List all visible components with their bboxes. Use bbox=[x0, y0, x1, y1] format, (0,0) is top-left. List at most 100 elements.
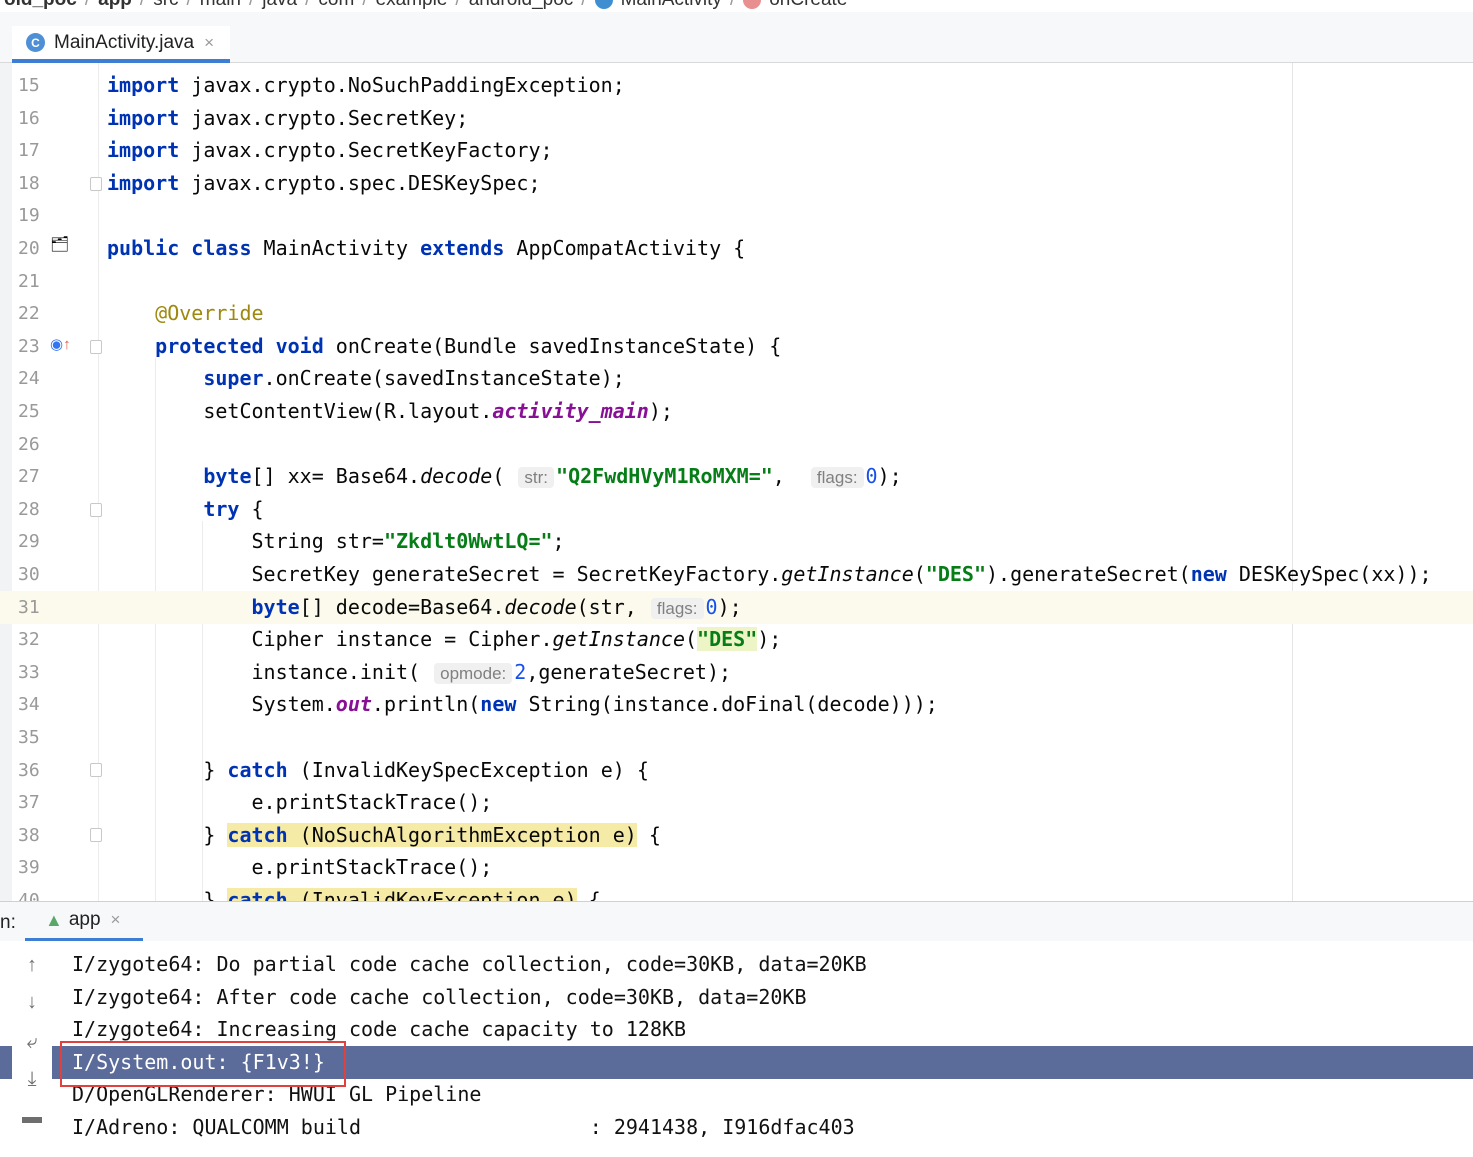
code-token: System. bbox=[107, 692, 336, 717]
code-line[interactable]: 28 try { bbox=[0, 493, 1473, 526]
line-number: 21 bbox=[18, 270, 40, 292]
code-line[interactable]: 22 @Override bbox=[0, 297, 1473, 330]
code-token: 0 bbox=[705, 594, 718, 619]
run-console[interactable]: I/zygote64: Do partial code cache collec… bbox=[0, 941, 1473, 1157]
code-token: new bbox=[1190, 562, 1227, 586]
code-token: .onCreate(savedInstanceState); bbox=[263, 366, 625, 391]
override-method-icon[interactable]: ◉↑ bbox=[50, 335, 71, 353]
code-text: byte[] xx= Base64.decode( str: "Q2FwdHVyM… bbox=[107, 460, 902, 494]
up-arrow-icon[interactable]: ↑ bbox=[20, 953, 44, 977]
android-manifest-icon[interactable]: 🗂 bbox=[50, 235, 69, 253]
line-number: 26 bbox=[18, 433, 40, 455]
code-token: (InvalidKeySpecException e) { bbox=[287, 757, 649, 782]
code-token: ; bbox=[552, 529, 565, 554]
android-icon: ▲ bbox=[45, 909, 63, 930]
code-line[interactable]: 27 byte[] xx= Base64.decode( str: "Q2FwdH… bbox=[0, 460, 1473, 493]
code-text: public class MainActivity extends AppCom… bbox=[107, 232, 745, 265]
code-line[interactable]: 40 } catch (InvalidKeyException e) { bbox=[0, 884, 1473, 901]
log-line[interactable]: I/Adreno: QUALCOMM build : 2941438, I916… bbox=[0, 1111, 1473, 1144]
down-arrow-icon[interactable]: ↓ bbox=[20, 990, 44, 1014]
code-line[interactable]: 16 import javax.crypto.SecretKey; bbox=[0, 102, 1473, 135]
code-token: } bbox=[107, 888, 228, 901]
breadcrumb-item[interactable]: src bbox=[149, 0, 182, 11]
breadcrumb-item[interactable]: com bbox=[314, 0, 358, 11]
soft-wrap-icon[interactable]: ⤶ bbox=[20, 1030, 44, 1054]
code-token: Cipher instance = Cipher. bbox=[107, 627, 553, 652]
line-number: 32 bbox=[18, 629, 40, 651]
code-token: javax.crypto.SecretKeyFactory; bbox=[179, 138, 553, 163]
line-number: 16 bbox=[18, 107, 40, 129]
code-token: ); bbox=[717, 594, 742, 619]
breadcrumb-item[interactable]: android_poc bbox=[465, 0, 578, 11]
breadcrumb: old_poc/app/src/main/java/com/example/an… bbox=[0, 0, 1473, 12]
code-token: (InvalidKeyException e) bbox=[287, 888, 577, 901]
code-line[interactable]: 32 Cipher instance = Cipher.getInstance(… bbox=[0, 623, 1473, 656]
breadcrumb-item[interactable]: MainActivity bbox=[617, 0, 726, 11]
log-line[interactable]: I/zygote64: Do partial code cache collec… bbox=[0, 948, 1473, 981]
code-line[interactable]: 17 import javax.crypto.SecretKeyFactory; bbox=[0, 134, 1473, 167]
fold-toggle-icon[interactable] bbox=[90, 763, 102, 777]
code-line[interactable]: 33 instance.init( opmode: 2,generateSecre… bbox=[0, 656, 1473, 689]
code-line[interactable]: 39 e.printStackTrace(); bbox=[0, 851, 1473, 884]
code-token: (str, bbox=[576, 594, 649, 619]
fold-toggle-icon[interactable] bbox=[90, 828, 102, 842]
run-tool-window-header: n: ▲ app × bbox=[0, 901, 1473, 942]
breadcrumb-item[interactable]: app bbox=[94, 0, 136, 11]
breadcrumb-item[interactable]: example bbox=[372, 0, 452, 11]
run-toolbar: ↑ ↓ ⤶ ⤓ ▬ bbox=[12, 941, 52, 1157]
code-token: try bbox=[203, 496, 240, 521]
code-text: import javax.crypto.spec.DESKeySpec; bbox=[107, 167, 540, 200]
code-token: String(instance.doFinal(decode))); bbox=[516, 692, 938, 717]
code-text: } catch (InvalidKeySpecException e) { bbox=[107, 754, 649, 787]
code-line[interactable]: 19 bbox=[0, 199, 1473, 232]
print-icon[interactable]: ▬ bbox=[20, 1105, 44, 1129]
code-text: } catch (NoSuchAlgorithmException e) { bbox=[107, 819, 661, 852]
code-line[interactable]: 34 System.out.println(new String(instanc… bbox=[0, 688, 1473, 721]
breadcrumb-item[interactable]: java bbox=[258, 0, 301, 11]
code-line[interactable]: 23 protected void onCreate(Bundle savedI… bbox=[0, 330, 1473, 363]
line-number: 25 bbox=[18, 401, 40, 422]
code-line[interactable]: 15 import javax.crypto.NoSuchPaddingExcep… bbox=[0, 69, 1473, 102]
close-icon[interactable]: × bbox=[111, 910, 121, 930]
code-line[interactable]: 30 SecretKey generateSecret = SecretKeyF… bbox=[0, 558, 1473, 591]
breadcrumb-item[interactable]: onCreate bbox=[765, 0, 851, 11]
line-number: 38 bbox=[18, 824, 40, 846]
code-line[interactable]: 20 public class MainActivity extends AppC… bbox=[0, 232, 1473, 265]
code-line[interactable]: 37 e.printStackTrace(); bbox=[0, 786, 1473, 819]
log-line[interactable]: I/zygote64: After code cache collection,… bbox=[0, 981, 1473, 1014]
scroll-to-end-icon[interactable]: ⤓ bbox=[20, 1067, 44, 1091]
code-line[interactable]: 31 byte[] decode=Base64.decode(str, flag… bbox=[0, 590, 1473, 624]
code-token: catch bbox=[227, 757, 288, 782]
close-icon[interactable]: × bbox=[204, 33, 214, 53]
editor-tab-bar: C MainActivity.java × bbox=[0, 12, 1473, 63]
tab-mainactivity[interactable]: C MainActivity.java × bbox=[12, 26, 230, 63]
code-line[interactable]: 36 } catch (InvalidKeySpecException e) { bbox=[0, 754, 1473, 787]
code-line[interactable]: 24 super.onCreate(savedInstanceState); bbox=[0, 362, 1473, 395]
code-token: @Override bbox=[155, 301, 264, 326]
code-token: instance.init( bbox=[107, 659, 433, 684]
code-token: [] xx= Base64. bbox=[251, 464, 421, 489]
code-line[interactable]: 25 setContentView(R.layout.activity_main… bbox=[0, 395, 1473, 428]
code-token: ( bbox=[492, 464, 517, 489]
fold-toggle-icon[interactable] bbox=[90, 340, 102, 354]
run-tab-app[interactable]: ▲ app × bbox=[25, 902, 143, 942]
code-line[interactable]: 21 bbox=[0, 265, 1473, 298]
code-token: getInstance bbox=[781, 562, 914, 586]
code-token: "Zkdlt0WwtLQ=" bbox=[383, 529, 553, 554]
code-token: DESKeySpec(xx)); bbox=[1226, 562, 1432, 586]
code-line[interactable]: 26 bbox=[0, 428, 1473, 461]
code-token: 2 bbox=[514, 659, 527, 684]
code-line[interactable]: 29 String str="Zkdlt0WwtLQ="; bbox=[0, 525, 1473, 558]
code-token: import bbox=[107, 105, 180, 130]
code-line[interactable]: 18 import javax.crypto.spec.DESKeySpec; bbox=[0, 167, 1473, 200]
fold-toggle-icon[interactable] bbox=[90, 503, 102, 517]
code-line[interactable]: 35 bbox=[0, 721, 1473, 754]
code-editor[interactable]: 15 import javax.crypto.NoSuchPaddingExcep… bbox=[0, 63, 1473, 901]
breadcrumb-item[interactable]: main bbox=[196, 0, 245, 11]
breadcrumb-item[interactable]: old_poc bbox=[0, 0, 81, 11]
fold-toggle-icon[interactable] bbox=[90, 177, 102, 191]
code-text: protected void onCreate(Bundle savedInst… bbox=[107, 330, 781, 363]
code-line[interactable]: 38 } catch (NoSuchAlgorithmException e) … bbox=[0, 819, 1473, 852]
